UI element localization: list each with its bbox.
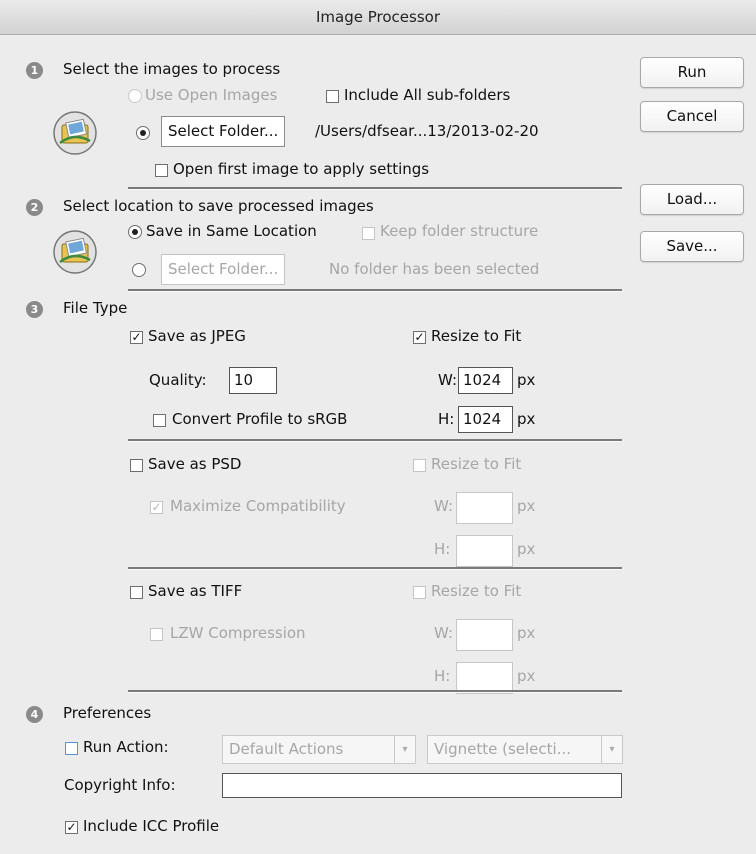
tiff-resize-checkbox[interactable] [413, 586, 426, 599]
jpeg-height-unit: px [517, 410, 536, 428]
tiff-width-unit: px [517, 624, 536, 642]
convert-srgb-label: Convert Profile to sRGB [172, 410, 348, 428]
maximize-compatibility-checkbox[interactable]: ✓ [150, 501, 163, 514]
section-2-divider [128, 289, 622, 292]
save-as-jpeg-checkbox[interactable]: ✓ [130, 331, 143, 344]
include-subfolders-checkbox[interactable] [326, 90, 339, 103]
select-destination-folder-button[interactable]: Select Folder... [161, 254, 286, 285]
convert-srgb-checkbox[interactable] [153, 414, 166, 427]
open-first-image-checkbox[interactable] [155, 164, 168, 177]
copyright-label: Copyright Info: [64, 776, 176, 794]
lzw-compression-checkbox[interactable] [150, 628, 163, 641]
use-open-images-label: Use Open Images [145, 86, 278, 104]
psd-width-input[interactable] [456, 492, 513, 524]
maximize-compatibility-label: Maximize Compatibility [170, 497, 346, 515]
save-as-tiff-checkbox[interactable] [130, 586, 143, 599]
save-same-location-label: Save in Same Location [146, 222, 317, 240]
save-as-jpeg-label: Save as JPEG [148, 327, 246, 345]
save-settings-button[interactable]: Save... [640, 231, 744, 262]
copyright-input[interactable] [222, 773, 622, 798]
psd-height-unit: px [517, 540, 536, 558]
tiff-divider [128, 690, 622, 693]
folder-photo-icon [53, 230, 97, 274]
action-set-dropdown[interactable]: Default Actions ▾ [222, 735, 416, 764]
chevron-down-icon: ▾ [601, 736, 622, 763]
psd-height-label: H: [434, 540, 451, 558]
jpeg-width-input[interactable]: 1024 [458, 367, 513, 394]
run-button[interactable]: Run [640, 57, 744, 88]
load-button[interactable]: Load... [640, 184, 744, 215]
action-dropdown[interactable]: Vignette (selecti... ▾ [427, 735, 623, 764]
select-folder-radio[interactable] [136, 126, 150, 140]
open-first-image-label: Open first image to apply settings [173, 160, 430, 178]
jpeg-quality-label: Quality: [149, 371, 207, 389]
section-3-heading: File Type [63, 299, 128, 317]
action-set-value: Default Actions [229, 740, 344, 758]
lzw-compression-label: LZW Compression [170, 624, 306, 642]
chevron-down-icon: ▾ [394, 736, 415, 763]
include-icc-checkbox[interactable]: ✓ [65, 821, 78, 834]
step-3-badge: 3 [26, 301, 43, 318]
select-source-folder-button[interactable]: Select Folder... [161, 116, 286, 147]
step-1-badge: 1 [26, 62, 43, 79]
psd-height-input[interactable] [456, 535, 513, 567]
step-4-badge: 4 [26, 706, 43, 723]
run-action-checkbox[interactable] [65, 742, 78, 755]
tiff-width-label: W: [434, 624, 454, 642]
save-as-psd-checkbox[interactable] [130, 459, 143, 472]
jpeg-resize-checkbox[interactable]: ✓ [413, 331, 426, 344]
section-1-heading: Select the images to process [63, 60, 281, 78]
psd-width-unit: px [517, 497, 536, 515]
save-as-psd-label: Save as PSD [148, 455, 242, 473]
psd-resize-checkbox[interactable] [413, 459, 426, 472]
folder-photo-icon [53, 111, 97, 155]
save-as-tiff-label: Save as TIFF [148, 582, 243, 600]
keep-folder-structure-checkbox[interactable] [362, 227, 375, 240]
psd-divider [128, 567, 622, 570]
jpeg-height-label: H: [438, 410, 455, 428]
cancel-button[interactable]: Cancel [640, 101, 744, 132]
use-open-images-radio[interactable] [128, 89, 142, 103]
no-folder-status: No folder has been selected [329, 260, 540, 278]
action-value: Vignette (selecti... [434, 740, 572, 758]
tiff-height-unit: px [517, 667, 536, 685]
keep-folder-structure-label: Keep folder structure [380, 222, 539, 240]
jpeg-resize-label: Resize to Fit [431, 327, 522, 345]
step-2-badge: 2 [26, 199, 43, 216]
tiff-height-label: H: [434, 667, 451, 685]
select-destination-radio[interactable] [132, 263, 146, 277]
tiff-width-input[interactable] [456, 619, 513, 651]
include-icc-label: Include ICC Profile [83, 817, 220, 835]
psd-width-label: W: [434, 497, 454, 515]
section-1-divider [128, 187, 622, 190]
psd-resize-label: Resize to Fit [431, 455, 522, 473]
include-subfolders-label: Include All sub-folders [344, 86, 511, 104]
save-same-location-radio[interactable] [128, 225, 142, 239]
jpeg-width-label: W: [438, 371, 458, 389]
source-folder-path: /Users/dfsear...13/2013-02-20 [315, 122, 539, 140]
window-title: Image Processor [0, 0, 756, 35]
jpeg-width-unit: px [517, 371, 536, 389]
run-action-label: Run Action: [83, 738, 169, 756]
jpeg-divider [128, 439, 622, 442]
section-2-heading: Select location to save processed images [63, 197, 374, 215]
jpeg-quality-input[interactable]: 10 [229, 367, 277, 394]
section-4-heading: Preferences [63, 704, 152, 722]
tiff-resize-label: Resize to Fit [431, 582, 522, 600]
jpeg-height-input[interactable]: 1024 [458, 406, 513, 433]
